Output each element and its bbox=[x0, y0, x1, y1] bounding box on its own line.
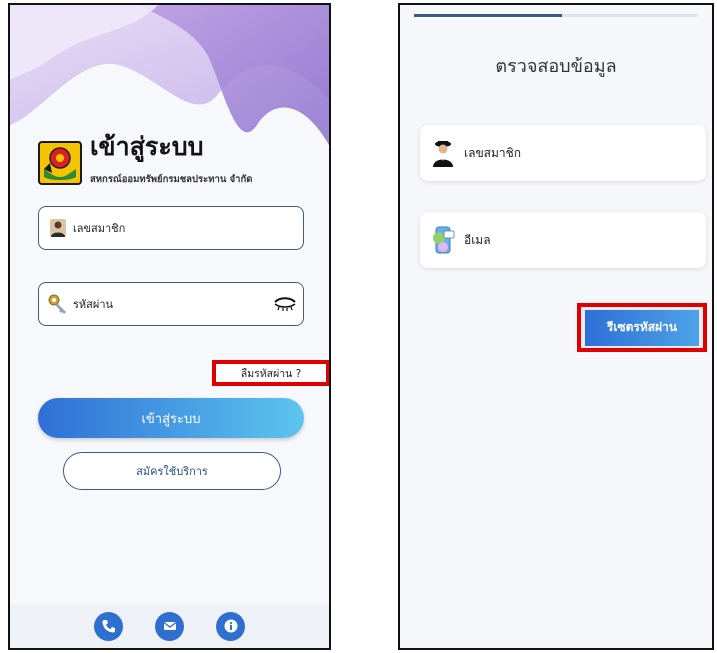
member-number-option[interactable]: เลขสมาชิก bbox=[420, 125, 706, 181]
email-phone-icon bbox=[430, 225, 456, 255]
step-progress-fill bbox=[414, 14, 562, 17]
verify-screen: ตรวจสอบข้อมูล เลขสมาชิก อีเมล รีเซตรหัสผ… bbox=[398, 3, 714, 650]
page-title: ตรวจสอบข้อมูล bbox=[495, 56, 617, 77]
password-label: รหัสผ่าน bbox=[73, 298, 114, 311]
key-icon bbox=[47, 293, 69, 315]
info-icon[interactable] bbox=[216, 611, 245, 641]
coop-logo bbox=[38, 141, 82, 185]
email-label: อีเมล bbox=[464, 232, 491, 247]
mail-icon[interactable] bbox=[155, 611, 184, 641]
member-number-field[interactable]: เลขสมาชิก bbox=[38, 206, 304, 250]
screenshot-stage: เข้าสู่ระบบ สหกรณ์ออมทรัพย์กรมชลประทาน จ… bbox=[0, 0, 717, 653]
reset-password-button[interactable]: รีเซตรหัสผ่าน bbox=[585, 309, 699, 346]
bottom-contact-bar bbox=[10, 604, 329, 648]
member-number-label: เลขสมาชิก bbox=[464, 145, 522, 160]
member-number-label: เลขสมาชิก bbox=[73, 222, 126, 235]
login-screen: เข้าสู่ระบบ สหกรณ์ออมทรัพย์กรมชลประทาน จ… bbox=[8, 3, 331, 650]
app-subtitle: สหกรณ์ออมทรัพย์กรมชลประทาน จำกัด bbox=[90, 174, 253, 185]
step-progress-bar bbox=[414, 14, 698, 17]
password-field[interactable]: รหัสผ่าน bbox=[38, 282, 304, 326]
app-title: เข้าสู่ระบบ bbox=[90, 132, 204, 161]
reset-password-highlight: รีเซตรหัสผ่าน bbox=[577, 303, 707, 352]
register-button[interactable]: สมัครใช้บริการ bbox=[63, 452, 281, 490]
member-person-icon bbox=[47, 217, 69, 239]
eye-closed-icon[interactable] bbox=[273, 295, 297, 313]
email-option[interactable]: อีเมล bbox=[420, 212, 706, 268]
phone-icon[interactable] bbox=[94, 611, 123, 641]
login-button[interactable]: เข้าสู่ระบบ bbox=[38, 398, 304, 438]
member-avatar-icon bbox=[430, 138, 456, 168]
forgot-password-link[interactable]: ลืมรหัสผ่าน ? bbox=[212, 360, 329, 386]
